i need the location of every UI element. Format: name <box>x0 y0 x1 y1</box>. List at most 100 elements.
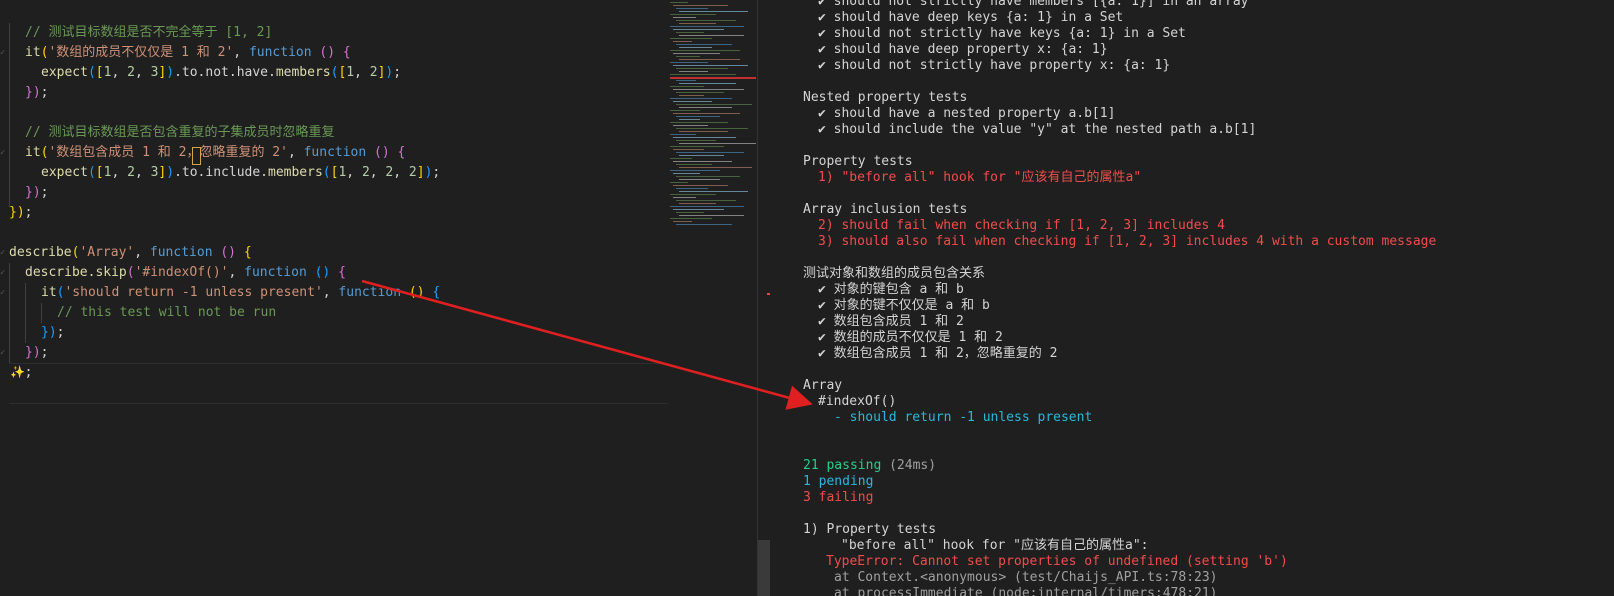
minimap-line <box>670 14 716 15</box>
code-line[interactable]: expect([1, 2, 3]).to.include.members([1,… <box>41 163 440 183</box>
output-text: ✔ should have a nested property a.b[1] <box>818 106 1116 121</box>
minimap-line <box>670 170 720 171</box>
minimap-line <box>679 47 712 48</box>
code-token: { <box>338 265 346 280</box>
code-token: [ <box>95 65 104 80</box>
code-token: ) <box>166 165 175 180</box>
minimap-line <box>676 20 736 21</box>
output-line: Nested property tests <box>803 90 967 106</box>
code-token: ( <box>126 265 135 280</box>
code-line[interactable]: // 测试目标数组是否包含重复的子集成员时忽略重复 <box>25 123 334 143</box>
output-text: TypeError: Cannot set properties of unde… <box>826 554 1288 569</box>
code-line[interactable]: }); <box>25 183 48 203</box>
minimap-line <box>673 53 720 54</box>
code-line[interactable]: it('数组包含成员 1 和 2，忽略重复的 2', function () { <box>25 143 405 163</box>
output-text: ✔ should have deep property x: {a: 1} <box>818 42 1108 57</box>
code-token: , <box>322 285 339 300</box>
minimap-line <box>670 194 716 195</box>
output-text: "before all" hook for "应该有自己的属性a": <box>841 538 1149 553</box>
output-text: 2) should fail when checking if [1, 2, 3… <box>818 218 1225 233</box>
minimap[interactable] <box>668 0 758 596</box>
terminal-output-panel[interactable]: ✔ should not strictly have members [{a: … <box>770 0 1614 596</box>
code-token: , <box>134 245 150 260</box>
output-line: 2) should fail when checking if [1, 2, 3… <box>818 218 1225 234</box>
minimap-line <box>670 26 744 27</box>
minimap-line <box>673 221 692 222</box>
minimap-line <box>670 62 708 63</box>
minimap-line <box>679 119 700 120</box>
minimap-line <box>676 128 748 129</box>
minimap-line <box>673 149 704 150</box>
code-line[interactable]: it('should return -1 unless present', fu… <box>41 283 440 303</box>
output-text: 1) "before all" hook for "应该有自己的属性a" <box>818 170 1142 185</box>
minimap-line <box>676 140 716 141</box>
code-token: ; <box>40 345 49 360</box>
code-line[interactable]: }); <box>9 203 32 223</box>
minimap-line <box>676 152 744 153</box>
code-line[interactable]: // 测试目标数组是否不完全等于 [1, 2] <box>25 23 272 43</box>
minimap-line <box>673 89 744 90</box>
code-token: ; <box>24 365 33 380</box>
code-line[interactable]: }); <box>25 343 48 363</box>
code-token: expect <box>41 65 88 80</box>
code-line[interactable]: }); <box>41 323 64 343</box>
output-line: ✔ should not strictly have keys {a: 1} i… <box>818 26 1186 42</box>
code-token: , <box>111 165 128 180</box>
minimap-line <box>676 188 708 189</box>
code-token: 2 <box>361 165 370 180</box>
code-token: ; <box>24 205 33 220</box>
code-token: , <box>134 65 151 80</box>
code-token: '数组的成员不仅仅是 1 和 2' <box>48 45 234 60</box>
gutter-mark: ✓ <box>0 148 6 158</box>
code-line[interactable]: it('数组的成员不仅仅是 1 和 2', function () { <box>25 43 351 63</box>
minimap-line <box>679 179 720 180</box>
output-text: ✔ 数组的成员不仅仅是 1 和 2 <box>818 330 1003 345</box>
minimap-line <box>670 134 696 135</box>
gutter-mark: ✓ <box>0 248 6 258</box>
output-line: ✔ should not strictly have members [{a: … <box>818 0 1248 10</box>
code-token: [ <box>95 165 104 180</box>
minimap-line <box>673 65 748 66</box>
minimap-line <box>679 203 716 204</box>
minimap-line <box>670 2 688 3</box>
output-text: 1 pending <box>803 474 874 489</box>
minimap-line <box>676 176 740 177</box>
code-token: expect <box>41 165 88 180</box>
minimap-line <box>676 164 712 165</box>
minimap-line <box>679 215 744 216</box>
code-token: () <box>374 145 390 160</box>
code-line[interactable]: // this test will not be run <box>57 303 276 323</box>
lightbulb-icon[interactable]: ✨ <box>10 364 25 380</box>
minimap-line <box>670 38 712 39</box>
output-line: #indexOf() <box>818 394 896 410</box>
minimap-line <box>676 200 736 201</box>
code-token: ; <box>432 165 441 180</box>
code-token: }) <box>25 345 41 360</box>
minimap-line <box>676 104 752 105</box>
code-token: { <box>342 45 351 60</box>
output-text: #indexOf() <box>818 394 897 409</box>
code-editor[interactable]: // 测试目标数组是否不完全等于 [1, 2] it('数组的成员不仅仅是 1 和… <box>0 0 668 596</box>
code-token: function <box>244 265 307 280</box>
output-line: ✔ 对象的键不仅仅是 a 和 b <box>818 298 990 314</box>
code-line[interactable]: expect([1, 2, 3]).to.not.have.members([1… <box>41 63 401 83</box>
minimap-line <box>676 116 720 117</box>
code-line[interactable]: describe('Array', function () { <box>9 243 252 263</box>
minimap-line <box>670 146 724 147</box>
panel-divider[interactable] <box>757 0 758 596</box>
code-line[interactable]: }); <box>25 83 48 103</box>
minimap-line <box>673 101 712 102</box>
minimap-line <box>679 83 736 84</box>
current-line-highlight <box>9 363 668 404</box>
output-text: 3) should also fail when checking if [1,… <box>818 234 1437 249</box>
output-line: Property tests <box>803 154 913 170</box>
code-token: ; <box>40 85 49 100</box>
minimap-line <box>670 50 740 51</box>
code-line[interactable]: describe.skip('#indexOf()', function () … <box>25 263 346 283</box>
output-text: 21 passing <box>803 458 882 473</box>
code-token: ( <box>87 65 96 80</box>
code-token: }) <box>25 185 41 200</box>
scrollbar-thumb[interactable] <box>758 540 770 596</box>
